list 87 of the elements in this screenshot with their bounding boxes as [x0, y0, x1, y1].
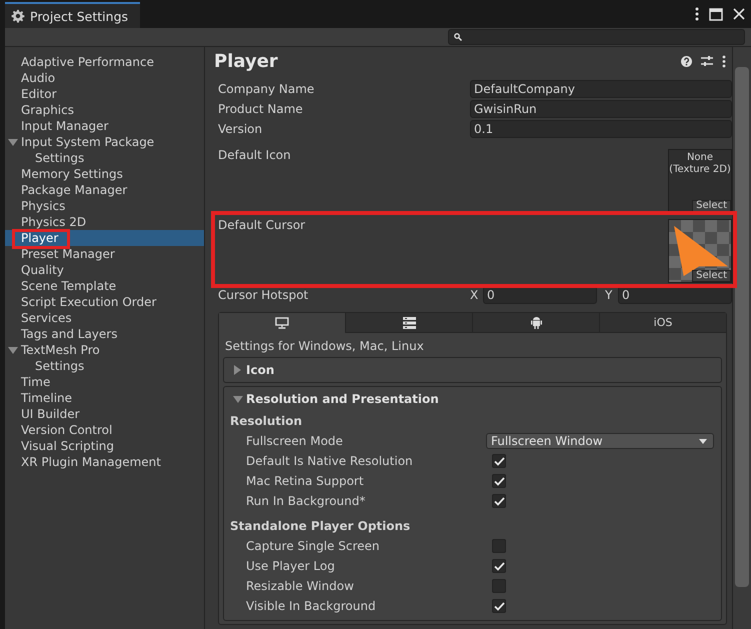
checkbox[interactable] [492, 599, 506, 613]
cursor-arrow-icon [672, 224, 730, 278]
checkbox[interactable] [492, 539, 506, 553]
field-label: Product Name [218, 102, 304, 116]
sidebar-item[interactable]: Visual Scripting [5, 438, 204, 454]
sidebar-item[interactable]: Settings [5, 150, 204, 166]
field-label: Default Cursor [218, 218, 306, 232]
help-icon[interactable] [681, 56, 692, 66]
close-icon[interactable] [733, 8, 745, 20]
sidebar-item[interactable]: Editor [5, 86, 204, 102]
sidebar-item[interactable]: Package Manager [5, 182, 204, 198]
sidebar-item[interactable]: Player [5, 230, 204, 246]
caret-icon [699, 438, 707, 444]
search-icon [454, 33, 462, 41]
sidebar-item[interactable]: Input System Package [5, 134, 204, 150]
checkbox[interactable] [492, 474, 506, 488]
empty-texture-text: None (Texture 2D) [669, 152, 731, 176]
window-title: Project Settings [30, 8, 128, 24]
setting-label: Fullscreen Mode [245, 434, 344, 448]
sidebar-item[interactable]: Preset Manager [5, 246, 204, 262]
sidebar-item[interactable]: Scene Template [5, 278, 204, 294]
sidebar-item[interactable]: TextMesh Pro [5, 342, 204, 358]
sidebar-item[interactable]: Services [5, 310, 204, 326]
foldout-header[interactable]: Resolution and Presentation [224, 387, 721, 411]
group-heading: Standalone Player Options [230, 518, 412, 535]
checkbox[interactable] [492, 579, 506, 593]
group-heading: Resolution [230, 413, 304, 430]
sidebar-item[interactable]: Settings [5, 358, 204, 374]
search-field[interactable] [448, 29, 745, 45]
platform-tab[interactable]: iOS [600, 313, 726, 333]
sidebar-item[interactable]: Adaptive Performance [5, 54, 204, 70]
platform-tab[interactable] [346, 313, 473, 333]
sidebar-item[interactable]: XR Plugin Management [5, 454, 204, 470]
sidebar-item[interactable]: Quality [5, 262, 204, 278]
sidebar-item[interactable]: Timeline [5, 390, 204, 406]
platform-tab[interactable] [473, 313, 600, 333]
maximize-icon[interactable] [709, 8, 723, 20]
setting-label: Default Is Native Resolution [245, 454, 414, 468]
expand-arrow-icon[interactable] [8, 139, 18, 146]
sidebar-item[interactable]: Version Control [5, 422, 204, 438]
setting-label: Resizable Window [245, 579, 355, 593]
sidebar-item[interactable]: Memory Settings [5, 166, 204, 182]
checkbox[interactable] [492, 494, 506, 508]
platform-caption: Settings for Windows, Mac, Linux [225, 339, 425, 355]
checkbox[interactable] [492, 454, 506, 468]
settings-icon [11, 9, 25, 23]
foldout-header[interactable]: Icon [224, 358, 721, 382]
sidebar-item[interactable]: Physics [5, 198, 204, 214]
checkbox[interactable] [492, 559, 506, 573]
text-field[interactable]: GwisinRun [470, 100, 732, 118]
setting-label: Capture Single Screen [245, 539, 380, 553]
sidebar-item[interactable]: UI Builder [5, 406, 204, 422]
field-label: Default Icon [218, 148, 292, 162]
setting-label: Run In Background* [245, 494, 366, 508]
more-icon[interactable] [722, 54, 726, 68]
sidebar-item[interactable]: Tags and Layers [5, 326, 204, 342]
android-icon [530, 316, 542, 329]
sidebar-item[interactable]: Physics 2D [5, 214, 204, 230]
texture-slot[interactable]: None (Texture 2D) Select [668, 149, 732, 213]
setting-label: Use Player Log [245, 559, 336, 573]
highlight-box [12, 229, 70, 249]
setting-label: Mac Retina Support [245, 474, 365, 488]
field-label: Company Name [218, 82, 316, 96]
sidebar-item[interactable]: Script Execution Order [5, 294, 204, 310]
sidebar-item[interactable]: Audio [5, 70, 204, 86]
texture-slot[interactable]: Select [668, 219, 732, 283]
text-field[interactable]: DefaultCompany [470, 80, 732, 98]
sliders-icon[interactable] [701, 55, 713, 67]
dropdown[interactable]: Fullscreen Window [486, 433, 714, 449]
expand-arrow-icon[interactable] [8, 347, 18, 354]
sidebar-item[interactable]: Graphics [5, 102, 204, 118]
field-label: Version [218, 122, 264, 136]
more-icon[interactable] [695, 7, 699, 21]
sidebar-item[interactable]: Input Manager [5, 118, 204, 134]
window-tab[interactable]: Project Settings [5, 2, 140, 28]
axis-label: Y [605, 288, 614, 302]
setting-label: Visible In Background [245, 599, 377, 613]
field-label: Cursor Hotspot [218, 288, 310, 302]
server-icon [402, 316, 416, 328]
select-button[interactable]: Select [692, 200, 731, 212]
text-field[interactable]: 0.1 [470, 120, 732, 138]
monitor-icon [275, 317, 289, 329]
scrollbar[interactable] [732, 47, 751, 629]
select-button[interactable]: Select [692, 270, 731, 282]
page-title: Player [214, 50, 278, 72]
sidebar-item[interactable]: Time [5, 374, 204, 390]
axis-label: X [470, 288, 479, 302]
